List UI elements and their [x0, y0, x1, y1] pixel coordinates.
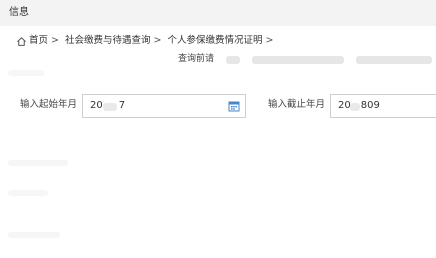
breadcrumb-separator: >: [153, 35, 162, 46]
breadcrumb-personal-insurance-certificate[interactable]: 个人参保缴费情况证明: [167, 34, 262, 48]
end-month-label: 输入截止年月: [268, 99, 326, 110]
redacted-text: [356, 56, 432, 64]
redacted-digits: [103, 103, 117, 111]
window-title: 信息: [9, 7, 29, 18]
breadcrumb-social-payment-query[interactable]: 社会缴费与待遇查询: [65, 34, 151, 48]
breadcrumb-home[interactable]: 首页: [29, 34, 48, 48]
redacted-text: [226, 56, 240, 64]
faded-content: [8, 232, 60, 238]
breadcrumb: 首页 > 社会缴费与待遇查询 > 个人参保缴费情况证明 >: [16, 34, 279, 48]
home-icon: [17, 36, 26, 46]
end-month-input[interactable]: 20 809: [330, 94, 436, 118]
title-bar: 信息: [0, 0, 436, 26]
faded-content: [8, 190, 48, 196]
breadcrumb-separator: >: [265, 35, 274, 46]
faded-content: [8, 70, 44, 76]
calendar-icon[interactable]: [228, 100, 240, 112]
start-month-input[interactable]: 20 7: [82, 94, 246, 118]
redacted-digits: [350, 103, 360, 111]
redacted-text: [252, 56, 344, 64]
start-month-label: 输入起始年月: [20, 99, 78, 110]
breadcrumb-separator: >: [51, 35, 59, 46]
faded-content: [8, 160, 68, 166]
notice-text: 查询前请: [178, 54, 215, 64]
